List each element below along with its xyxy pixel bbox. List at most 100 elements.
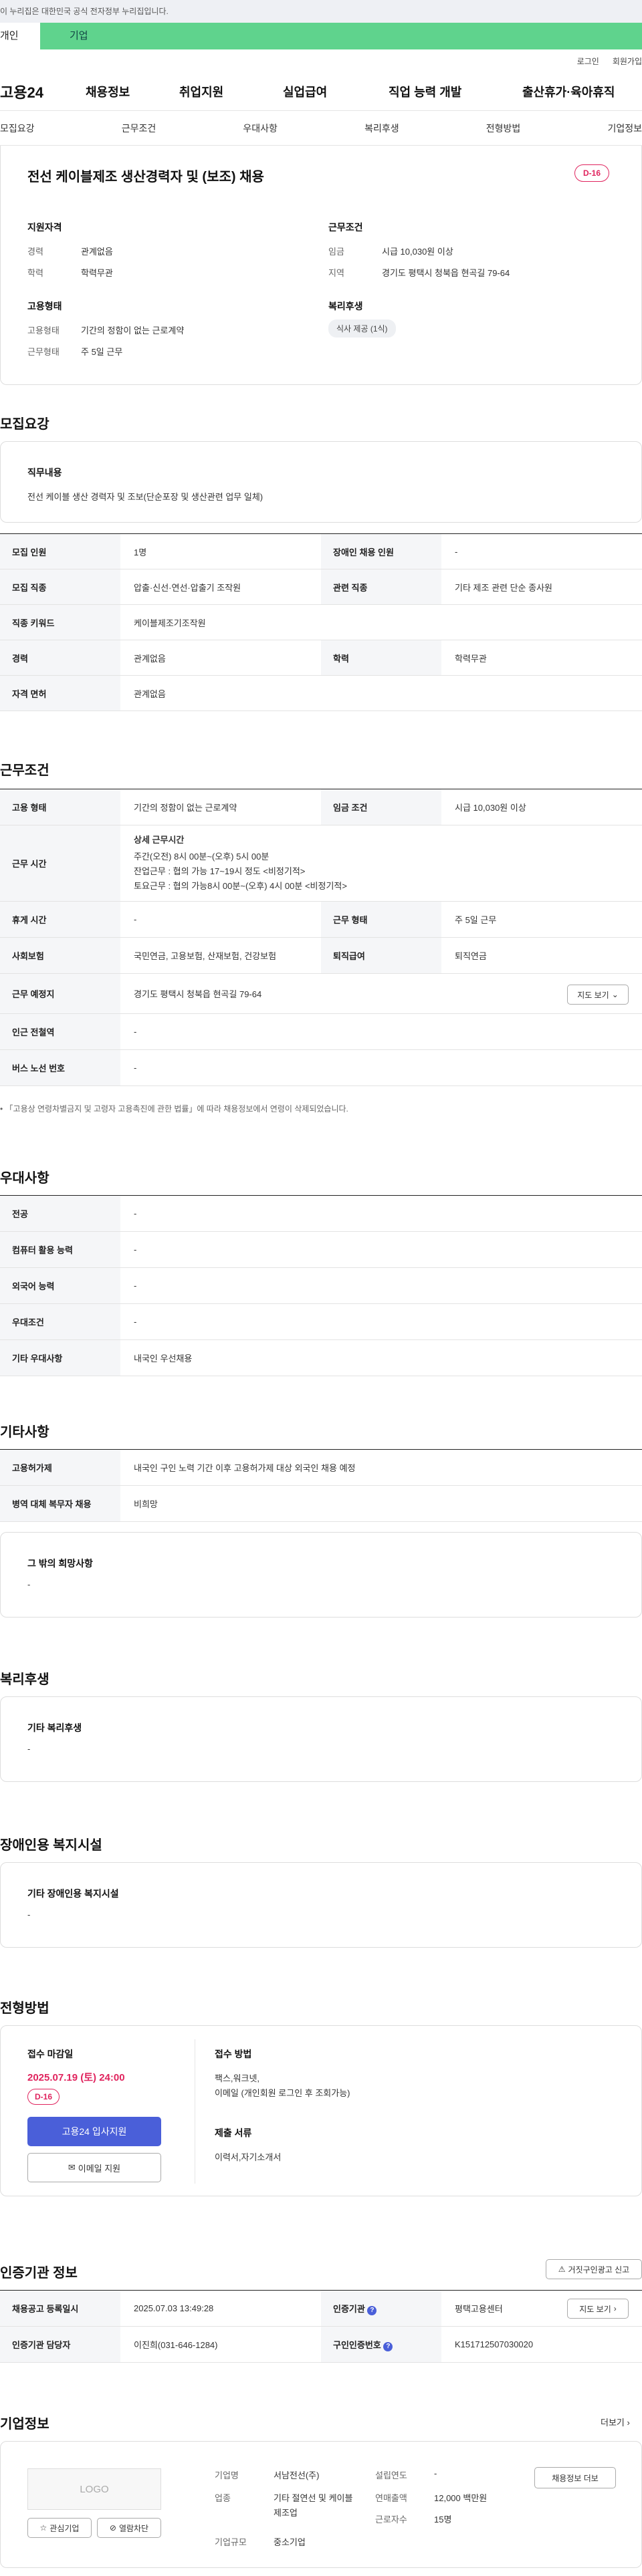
snb-welfare[interactable]: 복리후생 [364, 122, 399, 135]
map-button-label: 지도 보기 [577, 990, 609, 1000]
disabled-value: - [441, 533, 642, 569]
pref-label: 기타 우대사항 [0, 1339, 120, 1376]
time-line: 토요근무 : 협의 가능8시 00분~(오후) 4시 00분 <비정기적> [134, 881, 347, 891]
table-row: 자격 면허 관계없음 [0, 675, 642, 711]
table-row: 인증기관 담당자 이진희(031-646-1284) 구인인증번호 ? K151… [0, 2326, 642, 2363]
other-card: 그 밖의 희망사항 - [0, 1532, 642, 1618]
table-row: 인근 전철역 - [0, 1013, 642, 1050]
disab-card-title: 기타 장애인용 복지시설 [27, 1888, 119, 1899]
join-link[interactable]: 회원가입 [613, 55, 642, 67]
lic-label: 자격 면허 [0, 675, 120, 711]
gov-banner: 이 누리집은 대한민국 공식 전자정부 누리집입니다. [0, 0, 642, 23]
emp-type-label: 고용형태 [27, 326, 60, 336]
fav-company-button[interactable]: ☆ 관심기업 [27, 2518, 92, 2538]
company-more-label: 더보기 [601, 2418, 625, 2428]
company-logo: LOGO [27, 2468, 161, 2510]
gnb-item-leave[interactable]: 출산휴가·육아휴직 [522, 83, 615, 100]
cert-map-button[interactable]: 지도 보기 › [567, 2299, 629, 2319]
table-row: 모집 직종 압출·신선·연선·압출기 조작원 관련 직종 기타 제조 관련 단순… [0, 569, 642, 605]
pref-value: 내국인 우선채용 [120, 1339, 642, 1376]
method-line: 팩스,워크넷, [215, 2073, 260, 2083]
welfare-title: 복리후생 [328, 301, 363, 311]
gnb-item-support[interactable]: 취업지원 [179, 83, 283, 100]
kw-label: 직종 키워드 [0, 604, 120, 640]
etc-heading: 기타사항 [0, 1425, 49, 1440]
disabled-label: 장애인 채용 인원 [321, 533, 441, 569]
gnb-item-jobs[interactable]: 채용정보 [86, 83, 179, 100]
block-company-button[interactable]: ⊘ 열람차단 [97, 2518, 161, 2538]
bullet-icon: • [0, 1104, 5, 1114]
email-button-label: 이메일 지원 [78, 2163, 121, 2174]
pref-label: 전공 [0, 1195, 120, 1232]
cert-no-label-cell: 구인인증번호 ? [321, 2326, 441, 2363]
welfare-card-title: 기타 복리후생 [27, 1722, 82, 1733]
company-heading: 기업정보 [0, 2417, 49, 2432]
count-value: 1명 [120, 533, 321, 569]
cert-date-label: 채용공고 등록일시 [0, 2290, 120, 2327]
pref-value: - [120, 1303, 642, 1340]
table-row: 휴게 시간 - 근무 형태 주 5일 근무 [0, 901, 642, 938]
alert-icon: ⚠ [558, 2265, 566, 2274]
deadline-value: 2025.07.19 (토) 24:00 [27, 2072, 125, 2083]
welfare-card: 기타 복리후생 - [0, 1696, 642, 1782]
map-button[interactable]: 지도 보기 ⌄ [567, 985, 629, 1005]
career-label: 경력 [27, 247, 43, 257]
company-card: LOGO ☆ 관심기업 ⊘ 열람차단 기업명 서남전선(주) 업종 기타 절연선 및… [0, 2441, 642, 2568]
tab-company[interactable]: 기업 [40, 23, 642, 49]
table-row: 컴퓨터 활용 능력 - [0, 1231, 642, 1268]
login-link[interactable]: 로그인 [577, 55, 599, 67]
snb-preference[interactable]: 우대사항 [243, 122, 278, 135]
table-row: 사회보험 국민연금, 고용보험, 산재보험, 건강보험 퇴직급여 퇴직연금 [0, 937, 642, 974]
job-value: 압출·신선·연선·압출기 조작원 [120, 569, 321, 605]
gnb-item-training[interactable]: 직업 능력 개발 [389, 83, 522, 100]
table-row: 외국어 능력 - [0, 1267, 642, 1304]
cond-wage-value: 시급 10,030원 이상 [441, 789, 642, 825]
wage-value: 시급 10,030원 이상 [382, 247, 453, 257]
gnb-item-benefit[interactable]: 실업급여 [283, 83, 389, 100]
method-line: 이메일 (개인회원 로그인 후 조회가능) [215, 2088, 350, 2098]
work-type-value: 주 5일 근무 [81, 347, 123, 357]
rel-label: 관련 직종 [321, 569, 441, 605]
screen-heading: 전형방법 [0, 2001, 49, 2016]
global-nav: 고용24 채용정보 취업지원 실업급여 직업 능력 개발 출산휴가·육아휴직 [0, 72, 642, 111]
snb-company[interactable]: 기업정보 [607, 122, 642, 135]
email-apply-button[interactable]: ✉ 이메일 지원 [27, 2153, 161, 2182]
snb-recruit[interactable]: 모집요강 [0, 122, 35, 135]
cert-mgr-label: 인증기관 담당자 [0, 2326, 120, 2363]
cond-title: 근무조건 [328, 222, 363, 233]
snb-screening[interactable]: 전형방법 [486, 122, 521, 135]
cond-emp-value: 기간의 정함이 없는 근로계약 [120, 789, 321, 825]
cert-no-value: K151712507030020 [441, 2326, 642, 2363]
company-emp-value: 15명 [434, 2515, 452, 2525]
emp-type-value: 기간의 정함이 없는 근로계약 [81, 326, 185, 336]
site-logo[interactable]: 고용24 [0, 81, 86, 102]
cert-map-label: 지도 보기 [579, 2304, 611, 2314]
job-label: 모집 직종 [0, 569, 120, 605]
method-title: 접수 방법 [215, 2049, 252, 2059]
edu-value: 학력무관 [81, 268, 113, 278]
time-line: 잔업근무 : 협의 가능 17~19시 정도 <비정기적> [134, 866, 306, 876]
edu-label2: 학력 [321, 640, 441, 676]
pref-label: 컴퓨터 활용 능력 [0, 1231, 120, 1268]
table-row: 기타 우대사항 내국인 우선채용 [0, 1339, 642, 1376]
pref-value: - [120, 1267, 642, 1304]
company-sales-value: 12,000 백만원 [434, 2493, 488, 2503]
info-icon[interactable]: ? [367, 2305, 377, 2315]
duty-value: 전선 케이블 생산 경력자 및 조보(단순포장 및 생산관련 업무 일체) [27, 492, 263, 502]
info-icon[interactable]: ? [383, 2341, 393, 2351]
disab-card: 기타 장애인용 복지시설 - [0, 1862, 642, 1948]
company-more-link[interactable]: 더보기 › [601, 2416, 630, 2428]
report-button[interactable]: ⚠ 거짓구인광고 신고 [546, 2259, 642, 2279]
snb-condition[interactable]: 근무조건 [122, 122, 156, 135]
apply-button[interactable]: 고용24 입사지원 [27, 2117, 161, 2146]
tab-personal[interactable]: 개인 [0, 23, 40, 49]
qual-title: 지원자격 [27, 222, 62, 233]
company-jobs-button[interactable]: 채용정보 더보 [534, 2467, 616, 2488]
table-row: 병역 대체 복무자 채용 비희망 [0, 1485, 642, 1522]
chevron-right-icon: › [627, 2418, 630, 2428]
etc-value: 내국인 구인 노력 기간 이후 고용허가제 대상 외국인 채용 예정 [120, 1449, 642, 1486]
pref-value: - [120, 1231, 642, 1268]
star-icon: ☆ [39, 2523, 47, 2533]
company-biz-value: 기타 절연선 및 케이블 제조업 [274, 2493, 353, 2518]
ret-label: 퇴직급여 [321, 937, 441, 974]
